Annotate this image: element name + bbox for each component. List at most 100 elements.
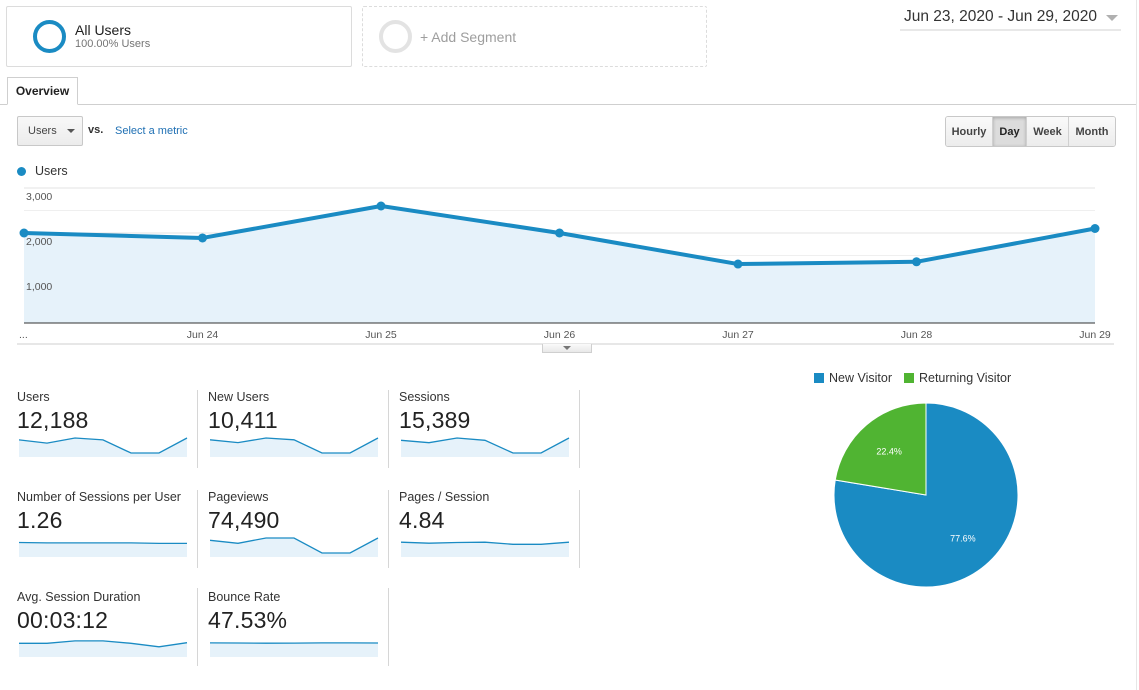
tile-divider (197, 390, 198, 468)
tile-divider (197, 588, 198, 666)
sparkline-area (19, 438, 187, 457)
metric-label: Pages / Session (399, 490, 490, 504)
metric-tile[interactable]: Bounce Rate 47.53% (208, 590, 388, 670)
granularity-week-button[interactable]: Week (1027, 117, 1069, 146)
visitor-type-pie-chart: 77.6% 22.4% (833, 402, 1019, 588)
metric-sparkline (210, 537, 379, 557)
pie-legend-label: New Visitor (829, 371, 892, 385)
chevron-down-icon (1106, 14, 1119, 21)
metric-value: 00:03:12 (17, 607, 109, 633)
tile-divider (388, 588, 389, 666)
data-point[interactable] (1090, 224, 1100, 233)
metric-label: Users (17, 390, 50, 404)
sparkline-area (19, 542, 187, 557)
metric-sparkline (19, 541, 187, 557)
metric-value: 15,389 (399, 407, 471, 433)
metric-select-value: Users (28, 125, 57, 137)
granularity-toggle: Hourly Day Week Month (945, 116, 1116, 147)
metric-sparkline (210, 437, 379, 457)
data-point[interactable] (19, 228, 29, 238)
tab-divider (0, 104, 1136, 105)
chart-legend: Users (17, 164, 68, 178)
metric-tile[interactable]: Sessions 15,389 (399, 390, 579, 470)
y-tick-label: 3,000 (26, 191, 52, 203)
date-range-text: Jun 23, 2020 - Jun 29, 2020 (904, 7, 1098, 25)
segment-title: All Users (75, 22, 132, 38)
metric-tile[interactable]: Users 12,188 (17, 390, 197, 470)
metric-value: 12,188 (17, 407, 89, 433)
users-line-chart: 1,000 2,000 3,000... Jun 24 Jun 25 Jun 26 Jun … (17, 187, 1114, 345)
segment-subtitle: 100.00% Users (75, 38, 151, 50)
x-tick-label: Jun 27 (722, 329, 754, 341)
metric-select[interactable]: Users (17, 116, 83, 146)
y-tick-label: 2,000 (26, 236, 52, 248)
tab-overview[interactable]: Overview (7, 77, 78, 105)
sparkline-area (210, 538, 378, 557)
legend-swatch-returning-visitor (903, 373, 914, 383)
pie-legend-label: Returning Visitor (918, 371, 1012, 385)
chart-collapse-toggle[interactable] (542, 344, 592, 353)
tile-divider (197, 490, 198, 568)
metric-value: 1.26 (17, 507, 63, 533)
vs-label: vs. (88, 124, 104, 136)
metric-label: Number of Sessions per User (17, 490, 181, 504)
granularity-hourly-button[interactable]: Hourly (946, 117, 993, 146)
tile-divider (579, 490, 580, 568)
granularity-day-button[interactable]: Day (993, 117, 1027, 146)
metric-sparkline (19, 437, 188, 457)
x-tick-label: ... (19, 329, 28, 341)
metric-label: Bounce Rate (208, 590, 281, 604)
sparkline-area (210, 642, 378, 657)
select-metric-link[interactable]: Select a metric (115, 125, 188, 137)
granularity-month-button[interactable]: Month (1069, 117, 1115, 146)
metric-value: 4.84 (399, 507, 445, 533)
x-tick-label: Jun 28 (901, 329, 933, 341)
metric-label: Avg. Session Duration (17, 590, 141, 604)
add-segment-label: + Add Segment (420, 28, 517, 45)
sparkline-area (210, 438, 378, 457)
page-right-border (1136, 0, 1137, 690)
x-tick-label: Jun 29 (1079, 329, 1111, 341)
metric-sparkline (401, 437, 570, 457)
chevron-down-icon (66, 129, 75, 133)
data-point[interactable] (376, 201, 386, 211)
metric-tile[interactable]: Number of Sessions per User 1.26 (17, 490, 197, 570)
tile-divider (388, 490, 389, 568)
metric-tile[interactable]: New Users 10,411 (208, 390, 388, 470)
x-tick-label: Jun 24 (187, 329, 219, 341)
metric-label: New Users (208, 390, 270, 404)
pie-legend: New Visitor Returning Visitor (814, 371, 1023, 385)
pie-legend-new-visitor[interactable]: New Visitor (814, 371, 892, 385)
metric-value: 10,411 (208, 407, 278, 433)
metric-sparkline (19, 640, 188, 657)
metric-value: 47.53% (208, 607, 288, 633)
metric-tile[interactable]: Pages / Session 4.84 (399, 490, 579, 570)
metric-tile[interactable]: Pageviews 74,490 (208, 490, 388, 570)
sparkline-line (19, 541, 187, 545)
segment-ring-icon (33, 20, 66, 53)
x-tick-label: Jun 26 (544, 329, 576, 341)
tile-divider (388, 390, 389, 468)
segment-all-users[interactable]: All Users 100.00% Users (6, 6, 352, 67)
chevron-down-icon (563, 346, 571, 350)
users-area-fill (24, 206, 1095, 323)
tile-divider (579, 390, 580, 468)
metric-tile[interactable]: Avg. Session Duration 00:03:12 (17, 590, 197, 670)
add-segment-button[interactable]: + Add Segment (362, 6, 707, 67)
metric-sparkline (210, 642, 379, 657)
data-point[interactable] (555, 228, 564, 238)
metric-value: 74,490 (208, 507, 280, 533)
pie-slice-label: 77.6% (950, 533, 976, 543)
legend-swatch-new-visitor (814, 373, 824, 383)
data-point[interactable] (912, 257, 921, 267)
y-tick-label: 1,000 (26, 281, 52, 293)
data-point[interactable] (198, 233, 207, 243)
date-range-picker[interactable]: Jun 23, 2020 - Jun 29, 2020 (900, 4, 1121, 31)
pie-slice-label: 22.4% (876, 447, 902, 457)
metric-label: Pageviews (208, 490, 269, 504)
data-point[interactable] (733, 259, 743, 269)
pie-legend-returning-visitor[interactable]: Returning Visitor (903, 371, 1012, 385)
empty-segment-ring-icon (379, 20, 412, 53)
metric-sparkline (401, 541, 570, 557)
metric-label: Sessions (399, 390, 450, 404)
